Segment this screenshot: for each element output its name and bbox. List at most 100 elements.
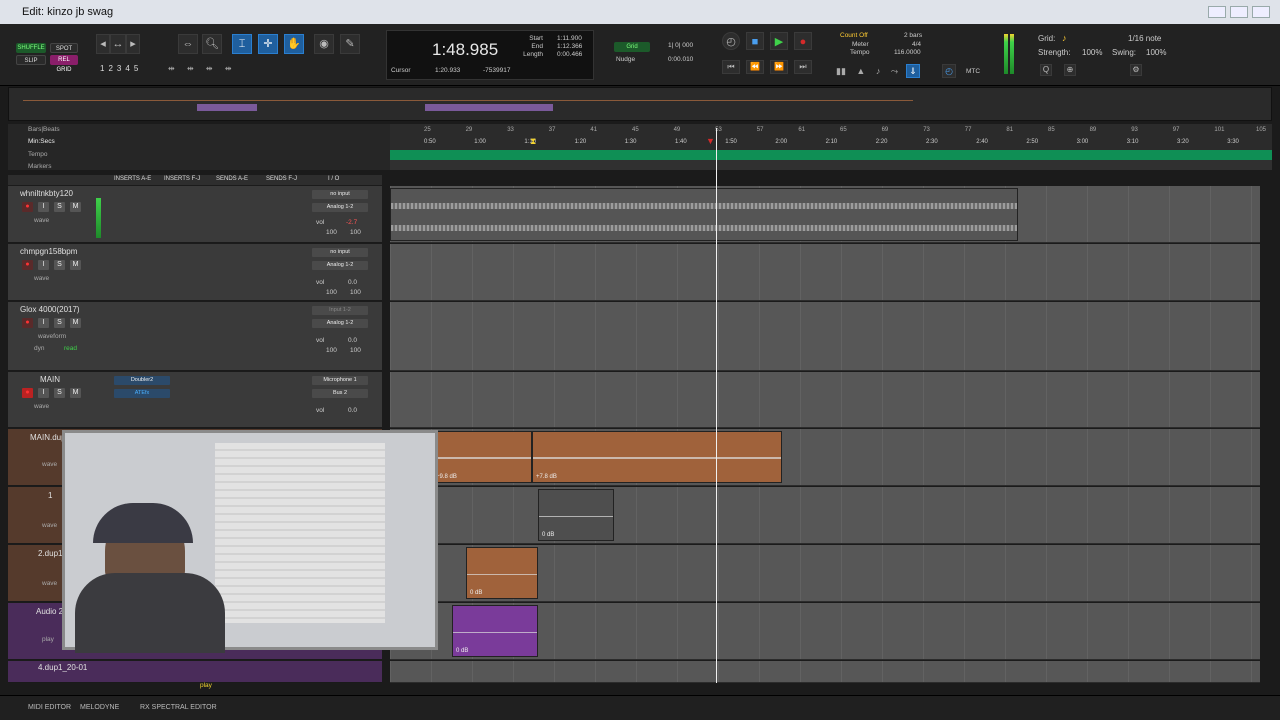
clip-gain[interactable]: +9.8 dB [436,474,457,480]
track-lane[interactable] [390,244,1260,301]
record-arm-button[interactable]: ● [22,388,33,398]
conductor-icon[interactable]: ⇓ [906,64,920,78]
track-view-selector[interactable]: waveform [38,333,66,340]
audio-clip[interactable]: +9.8 dB [432,431,532,483]
track-view-selector[interactable]: play [42,636,54,643]
input-monitor-button[interactable]: I [38,388,49,398]
zoom-preset-5[interactable]: 5 [134,64,142,73]
output-selector[interactable]: Bus 2 [312,389,368,398]
slip-mode-button[interactable]: SLIP [16,55,46,65]
clip-gain[interactable]: 0 dB [470,590,482,596]
solo-button[interactable]: S [54,202,65,212]
audio-clip[interactable]: 0 dB [538,489,614,541]
zoom-toggle-icon[interactable]: ↔ [110,34,126,54]
output-selector[interactable]: Analog 1-2 [312,261,368,270]
fast-forward-icon[interactable]: ⏩ [770,60,788,74]
track-name[interactable]: 4.dup1_20-01 [38,663,87,672]
output-selector[interactable]: Analog 1-2 [312,319,368,328]
track-name[interactable]: 2.dup1 [38,549,62,558]
track-view-selector[interactable]: wave [34,403,49,410]
trim-tool-icon[interactable]: ⇔ [178,34,198,54]
track-name[interactable]: Audio 2 [36,607,63,616]
track-header[interactable]: Glox 4000(2017) ● I S M waveform dyn rea… [8,302,382,371]
mute-button[interactable]: M [70,202,81,212]
clip-gain[interactable]: +7.8 dB [536,474,557,480]
strength-value[interactable]: 100% [1082,48,1102,57]
count-off-label[interactable]: Count Off [840,32,868,39]
universe-overview[interactable] [8,87,1272,121]
zoom-in-icon[interactable]: ▸ [126,34,140,54]
end-value[interactable]: 1:12.366 [557,43,582,50]
track-name[interactable]: Glox 4000(2017) [20,305,80,314]
solo-button[interactable]: S [54,260,65,270]
scrubber-tool-icon[interactable]: ◉ [314,34,334,54]
rel-grid-mode-button[interactable]: REL GRID [50,55,78,73]
pan-right-value[interactable]: 100 [350,347,361,354]
track-lane[interactable]: 0 dB [390,603,1260,660]
input-quantize-icon[interactable]: ⊕ [1064,64,1076,76]
timeline-rulers[interactable]: 25 29 33 37 41 45 49 53 57 61 65 69 73 77 81 85 89 93 97 10… [390,124,1272,160]
zoomer-tool-icon[interactable]: 🔍︎ [202,34,222,54]
track-view-selector[interactable]: wave [42,580,57,587]
tab-to-transient-icon[interactable]: ⇹ [168,64,175,73]
track-name[interactable]: 1 [48,491,52,500]
output-selector[interactable]: Analog 1-2 [312,203,368,212]
zoom-preset-4[interactable]: 4 [125,64,133,73]
audio-clip[interactable]: +7.8 dB [532,431,782,483]
track-header[interactable]: 4.dup1_20-01 [8,661,382,683]
playhead-cursor[interactable] [716,128,717,683]
tempo-value[interactable]: 116.0000 [894,49,921,56]
track-view-selector[interactable]: wave [34,217,49,224]
wait-for-note-icon[interactable]: ▮▮ [836,66,846,76]
nudge-value[interactable]: 0:00.010 [668,56,693,63]
insert-slot[interactable]: ATEfx [114,389,170,398]
minimize-button[interactable] [1208,6,1226,18]
track-name[interactable]: MAIN [40,375,60,384]
zoom-preset-2[interactable]: 2 [108,64,116,73]
start-value[interactable]: 1:11.900 [557,35,582,42]
audio-clip[interactable]: 0 dB [466,547,538,599]
mirrored-edit-icon[interactable]: ⇹ [225,64,232,73]
track-lane[interactable] [390,661,1260,683]
input-selector[interactable]: Microphone 1 [312,376,368,385]
clip-gain[interactable]: 0 dB [542,532,554,538]
pan-left-value[interactable]: 100 [326,347,337,354]
maximize-button[interactable] [1230,6,1248,18]
punch-marker-icon[interactable]: ▼ [706,136,715,146]
pan-left-value[interactable]: 100 [326,289,337,296]
quantize-icon[interactable]: Q [1040,64,1052,76]
record-button[interactable]: ● [794,32,812,50]
tempo-conductor-icon[interactable]: ⤳ [891,66,898,76]
grid-button[interactable]: Grid [614,42,650,52]
loop-marker-icon[interactable]: ⧗ [530,136,536,147]
audio-clip[interactable] [390,188,1018,241]
solo-button[interactable]: S [54,318,65,328]
grid-value[interactable]: 1| 0| 000 [668,42,693,49]
tab-melodyne[interactable]: MELODYNE [80,704,119,711]
solo-button[interactable]: S [54,388,65,398]
shuffle-mode-button[interactable]: SHUFFLE [16,43,46,53]
insertion-follow-icon[interactable]: ⇹ [206,64,213,73]
volume-value[interactable]: -2.7 [346,219,357,226]
play-button[interactable]: ▶ [770,32,788,50]
mute-button[interactable]: M [70,318,81,328]
track-lane[interactable]: +9.8 dB +7.8 dB [390,429,1260,486]
track-view-selector[interactable]: wave [42,522,57,529]
meter-value[interactable]: 4/4 [912,41,921,48]
rewind-icon[interactable]: ⏪ [746,60,764,74]
tab-rx-spectral-editor[interactable]: RX SPECTRAL EDITOR [140,704,217,711]
input-monitor-button[interactable]: I [38,318,49,328]
track-view-selector[interactable]: wave [34,275,49,282]
tab-midi-editor[interactable]: MIDI EDITOR [28,704,71,711]
volume-value[interactable]: 0.0 [348,337,357,344]
swing-value[interactable]: 100% [1146,48,1166,57]
record-arm-button[interactable]: ● [22,318,33,328]
volume-value[interactable]: 0.0 [348,407,357,414]
bars-beats-ruler-label[interactable]: Bars|Beats [28,126,60,133]
nudge-label[interactable]: Nudge [616,56,635,63]
pan-right-value[interactable]: 100 [350,229,361,236]
length-value[interactable]: 0:00.466 [557,51,582,58]
main-counter[interactable]: 1:48.985 [432,40,498,60]
automation-mode-selector[interactable]: read [64,345,77,352]
track-lane[interactable] [390,186,1260,243]
